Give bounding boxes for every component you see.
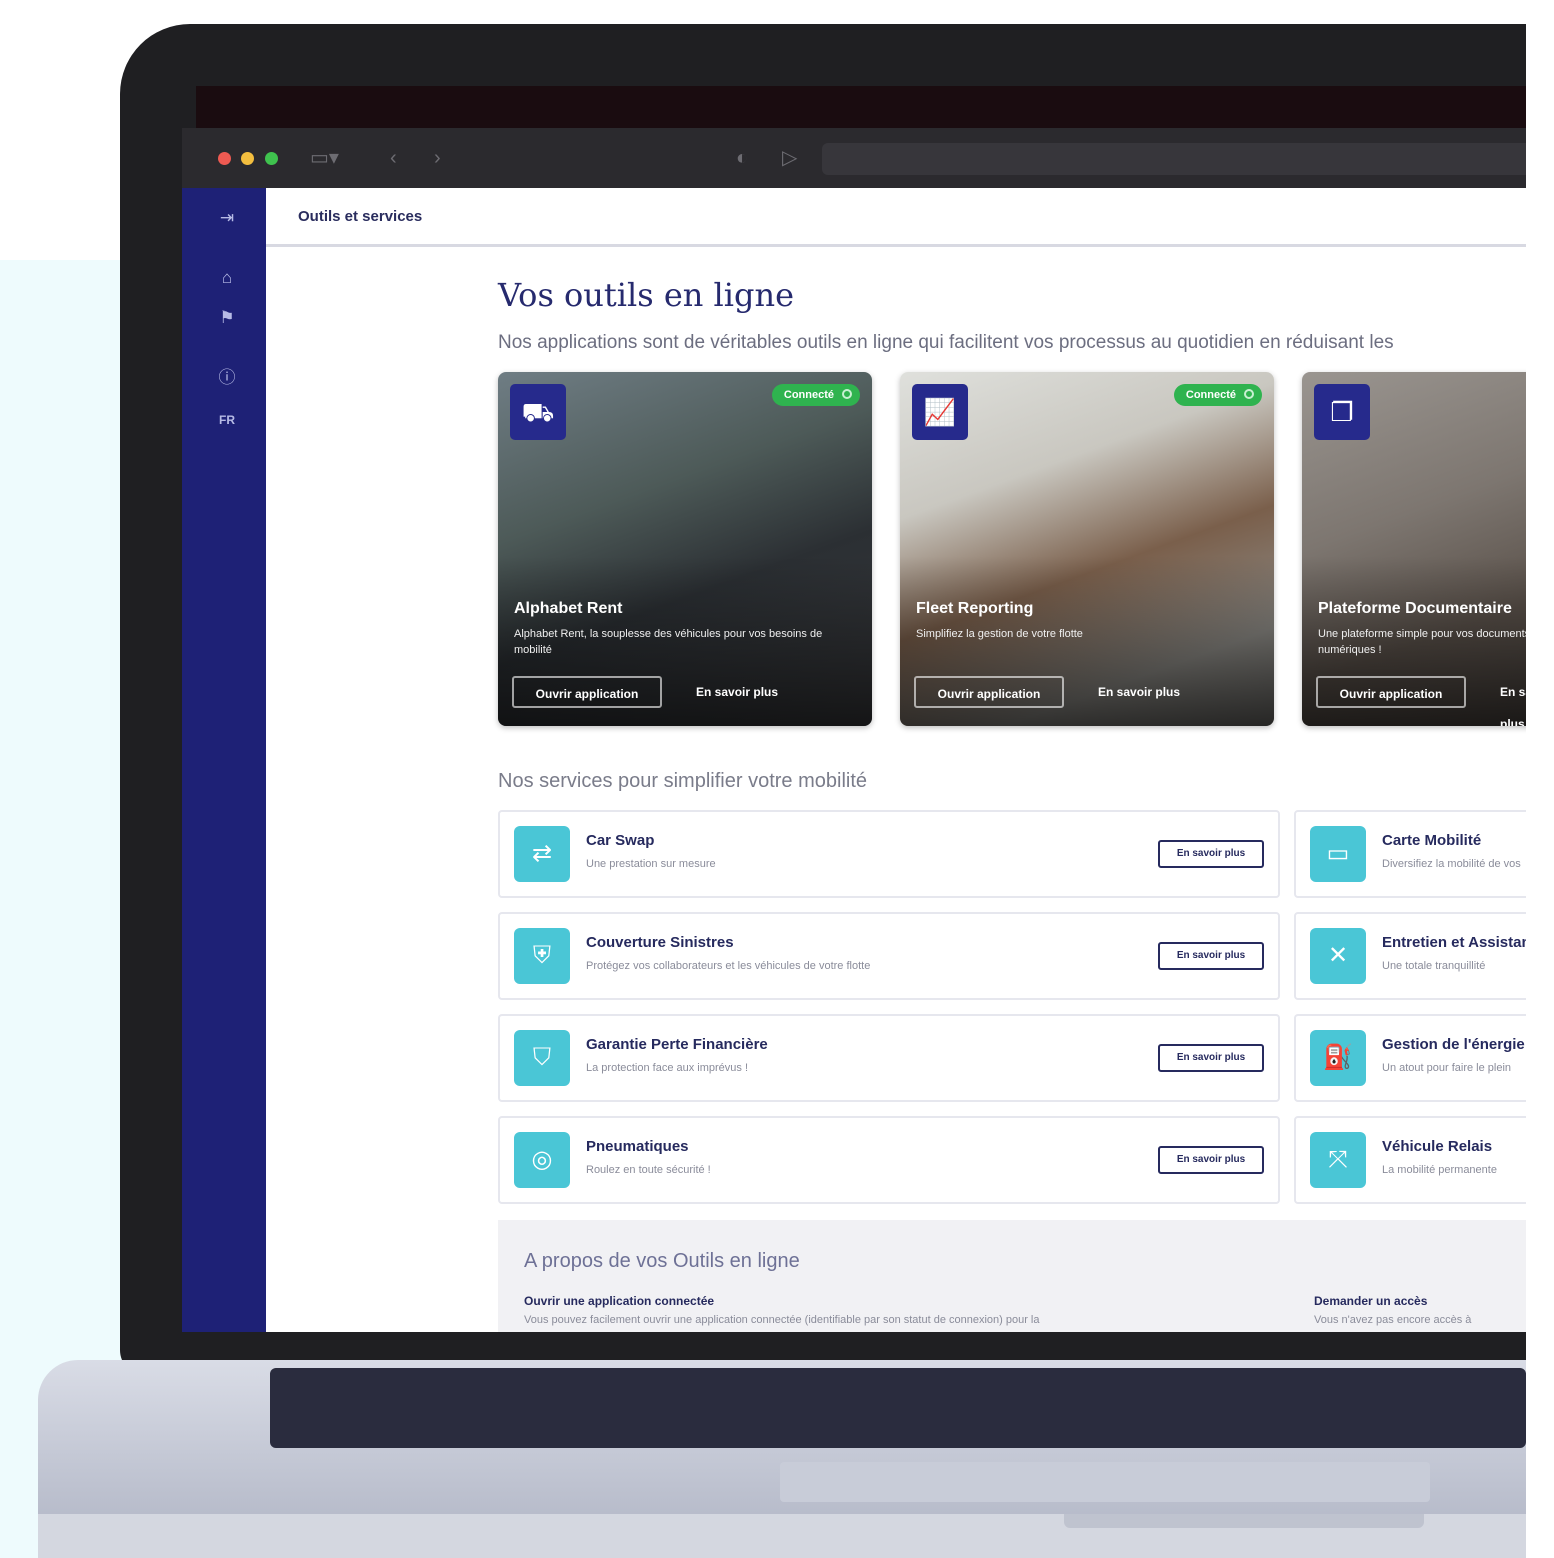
laptop-notch: [1064, 1514, 1424, 1528]
chart-icon: 📈: [912, 384, 968, 440]
learn-more-button[interactable]: En savoir plus: [1158, 1044, 1264, 1072]
service-row-vehicule-relais[interactable]: ⤧ Véhicule Relais La mobilité permanente: [1294, 1116, 1526, 1204]
app-card-plateforme-documentaire[interactable]: ❐ Plateforme Documentaire Une plateforme…: [1302, 372, 1526, 726]
about-heading-open-app: Ouvrir une application connectée: [524, 1294, 715, 1308]
service-name: Couverture Sinistres: [586, 934, 734, 951]
app-card-title: Plateforme Documentaire: [1318, 600, 1512, 617]
wrench-icon: ✕: [1310, 928, 1366, 984]
window-close-button[interactable]: [218, 152, 231, 165]
open-application-button[interactable]: Ouvrir application: [914, 676, 1064, 708]
app-card-alphabet-rent[interactable]: ⛟ Connecté Alphabet Rent Alphabet Rent, …: [498, 372, 872, 726]
service-row-carte-mobilite[interactable]: ▭ Carte Mobilité Diversifiez la mobilité…: [1294, 810, 1526, 898]
service-row-entretien-assistance[interactable]: ✕ Entretien et Assistance Une totale tra…: [1294, 912, 1526, 1000]
service-row-car-swap[interactable]: ⇄ Car Swap Une prestation sur mesure En …: [498, 810, 1280, 898]
learn-more-link[interactable]: En savoir plus: [1098, 676, 1180, 708]
car-icon: ⛟: [510, 384, 566, 440]
back-icon[interactable]: ‹: [390, 146, 397, 170]
laptop-keyboard: [270, 1368, 1526, 1448]
services-section-title: Nos services pour simplifier votre mobil…: [498, 770, 868, 792]
open-application-button[interactable]: Ouvrir application: [512, 676, 662, 708]
sidebar-toggle-icon[interactable]: ▭▾: [310, 146, 339, 170]
status-badge: Connecté: [771, 384, 860, 406]
app-card-description: Alphabet Rent, la souplesse des véhicule…: [514, 628, 823, 656]
service-row-pneumatiques[interactable]: ◎ Pneumatiques Roulez en toute sécurité …: [498, 1116, 1280, 1204]
page-subtitle: Nos applications sont de véritables outi…: [498, 332, 1394, 353]
about-text-request-access: Vous n'avez pas encore accès à: [1314, 1314, 1472, 1326]
service-name: Gestion de l'énergie: [1382, 1036, 1525, 1053]
service-description: Roulez en toute sécurité !: [586, 1164, 711, 1176]
shield-car-icon: ⛨: [514, 928, 570, 984]
app-card-description: Une plateforme simple pour vos documents…: [1318, 628, 1526, 656]
page-title: Vos outils en ligne: [498, 276, 795, 314]
app-card-title: Alphabet Rent: [514, 600, 623, 617]
shield-icon: ⛉: [514, 1030, 570, 1086]
app-card-title: Fleet Reporting: [916, 600, 1034, 617]
service-description: La mobilité permanente: [1382, 1164, 1497, 1176]
service-description: Une totale tranquillité: [1382, 960, 1486, 972]
laptop-bezel: [196, 86, 1526, 128]
open-application-button[interactable]: Ouvrir application: [1316, 676, 1466, 708]
service-row-couverture-sinistres[interactable]: ⛨ Couverture Sinistres Protégez vos coll…: [498, 912, 1280, 1000]
laptop-screen: ▭▾ ‹ › ◐ ▷ ⇥ ⌂ ⚑ ⓘ FR Outils et services…: [182, 128, 1526, 1332]
about-text-open-app: Vous pouvez facilement ouvrir une applic…: [524, 1314, 1040, 1326]
car-swap-icon: ⇄: [514, 826, 570, 882]
service-name: Pneumatiques: [586, 1138, 689, 1155]
service-description: Diversifiez la mobilité de vos: [1382, 858, 1521, 870]
app-header: Outils et services: [266, 188, 1526, 247]
url-bar[interactable]: [822, 143, 1526, 175]
service-description: Protégez vos collaborateurs et les véhic…: [586, 960, 871, 972]
language-selector[interactable]: FR: [216, 410, 238, 430]
service-name: Garantie Perte Financière: [586, 1036, 768, 1053]
window-maximize-button[interactable]: [265, 152, 278, 165]
learn-more-button[interactable]: En savoir plus: [1158, 840, 1264, 868]
card-icon: ▭: [1310, 826, 1366, 882]
window-minimize-button[interactable]: [241, 152, 254, 165]
service-name: Carte Mobilité: [1382, 832, 1482, 849]
home-icon[interactable]: ⌂: [216, 268, 238, 288]
tire-icon: ◎: [514, 1132, 570, 1188]
help-icon[interactable]: ⓘ: [216, 368, 238, 388]
learn-more-button[interactable]: En savoir plus: [1158, 1146, 1264, 1174]
about-section: A propos de vos Outils en ligne Ouvrir u…: [498, 1220, 1526, 1332]
learn-more-button[interactable]: En savoir plus: [1158, 942, 1264, 970]
relay-car-icon: ⤧: [1310, 1132, 1366, 1188]
service-name: Car Swap: [586, 832, 655, 849]
app-card-fleet-reporting[interactable]: 📈 Connecté Fleet Reporting Simplifiez la…: [900, 372, 1274, 726]
about-title: A propos de vos Outils en ligne: [524, 1250, 800, 1272]
service-description: Une prestation sur mesure: [586, 858, 716, 870]
shield-privacy-icon[interactable]: ◐: [736, 146, 748, 170]
about-heading-request-access: Demander un accès: [1314, 1294, 1428, 1308]
service-row-garantie-perte-financiere[interactable]: ⛉ Garantie Perte Financière La protectio…: [498, 1014, 1280, 1102]
logout-icon[interactable]: ⇥: [216, 208, 238, 228]
service-name: Véhicule Relais: [1382, 1138, 1493, 1155]
page-margin: [1526, 0, 1554, 1558]
reader-icon[interactable]: ▷: [782, 146, 797, 170]
learn-more-link[interactable]: En savoir plus: [1500, 676, 1526, 726]
service-row-gestion-energie[interactable]: ⛽ Gestion de l'énergie Un atout pour fai…: [1294, 1014, 1526, 1102]
breadcrumb: Outils et services: [298, 208, 423, 225]
service-name: Entretien et Assistance: [1382, 934, 1526, 951]
laptop-touchpad: [780, 1462, 1430, 1502]
service-description: Un atout pour faire le plein: [1382, 1062, 1512, 1074]
app-sidebar: ⇥ ⌂ ⚑ ⓘ FR: [182, 188, 266, 1332]
forward-icon[interactable]: ›: [434, 146, 441, 170]
browser-toolbar: ▭▾ ‹ › ◐ ▷: [182, 128, 1526, 188]
service-description: La protection face aux imprévus !: [586, 1062, 749, 1074]
app-card-description: Simplifiez la gestion de votre flotte: [916, 628, 1083, 640]
flag-icon[interactable]: ⚑: [216, 308, 238, 328]
fuel-icon: ⛽: [1310, 1030, 1366, 1086]
status-badge: Connecté: [1173, 384, 1262, 406]
learn-more-link[interactable]: En savoir plus: [696, 676, 778, 708]
documents-icon: ❐: [1314, 384, 1370, 440]
